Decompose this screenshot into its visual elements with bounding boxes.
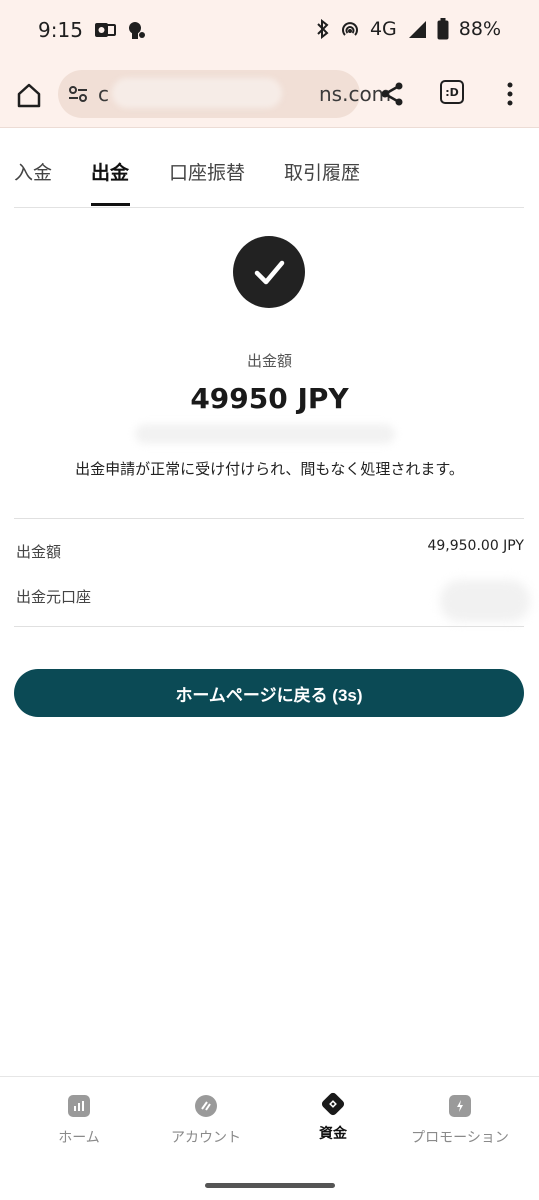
withdrawal-amount: 49950 JPY	[190, 382, 349, 415]
url-prefix: c	[98, 82, 109, 106]
return-home-button[interactable]: ホームページに戻る (3s)	[14, 669, 524, 717]
nav-account[interactable]: アカウント	[141, 1095, 271, 1147]
amount-label: 出金額	[246, 352, 292, 370]
bottom-nav: ホーム アカウント 資金 プロモーション	[0, 1076, 539, 1200]
divider-bottom	[14, 626, 524, 627]
status-time: 9:15	[38, 18, 83, 42]
bluetooth-icon	[316, 19, 330, 39]
hotspot-icon	[340, 19, 360, 39]
notification-icons	[94, 20, 146, 40]
nav-funds-label: 資金	[319, 1126, 347, 1142]
nav-home-label: ホーム	[58, 1130, 100, 1146]
site-settings-icon[interactable]	[66, 82, 90, 106]
promotion-icon	[449, 1095, 471, 1117]
tab-deposit[interactable]: 入金	[14, 158, 52, 185]
android-assistant-icon	[126, 20, 146, 40]
status-bar: 9:15 4G 88%	[0, 0, 539, 60]
funds-icon	[320, 1091, 346, 1117]
chart-icon	[68, 1095, 90, 1117]
success-message: 出金申請が正常に受け付けられ、間もなく処理されます。	[75, 460, 464, 478]
network-type: 4G	[369, 18, 397, 40]
redacted-info	[135, 424, 395, 444]
gesture-navigation-bar[interactable]	[205, 1183, 335, 1188]
address-bar[interactable]: c ns.com	[58, 70, 391, 118]
nav-promotion-label: プロモーション	[411, 1130, 509, 1146]
active-tab-indicator	[91, 203, 130, 206]
battery-percent: 88%	[458, 18, 501, 40]
redacted-account	[440, 580, 530, 622]
success-check-icon	[233, 236, 305, 308]
funds-tabs: 入金 出金 口座振替 取引履歴	[14, 128, 524, 208]
tab-transaction-history[interactable]: 取引履歴	[284, 158, 360, 185]
battery-icon	[437, 18, 449, 40]
tab-withdrawal[interactable]: 出金	[91, 158, 129, 185]
status-right: 4G 88%	[316, 18, 501, 40]
detail-amount-label: 出金額	[16, 543, 62, 561]
overflow-menu-icon[interactable]	[500, 80, 520, 108]
signal-icon	[407, 19, 427, 39]
nav-account-label: アカウント	[171, 1130, 241, 1146]
share-icon[interactable]	[378, 80, 406, 108]
home-icon[interactable]	[14, 80, 44, 110]
detail-amount-value: 49,950.00 JPY	[427, 538, 524, 554]
browser-toolbar: c ns.com :D	[0, 60, 539, 128]
redacted-url	[112, 78, 282, 108]
divider-top	[14, 518, 524, 519]
tab-switcher-button[interactable]: :D	[440, 80, 464, 104]
nav-home[interactable]: ホーム	[14, 1095, 144, 1147]
tab-account-transfer[interactable]: 口座振替	[169, 158, 245, 185]
outlook-icon	[94, 21, 116, 39]
nav-promotion[interactable]: プロモーション	[395, 1095, 525, 1147]
nav-funds[interactable]: 資金	[268, 1091, 398, 1143]
detail-source-account-label: 出金元口座	[16, 588, 92, 606]
account-icon	[195, 1095, 217, 1117]
